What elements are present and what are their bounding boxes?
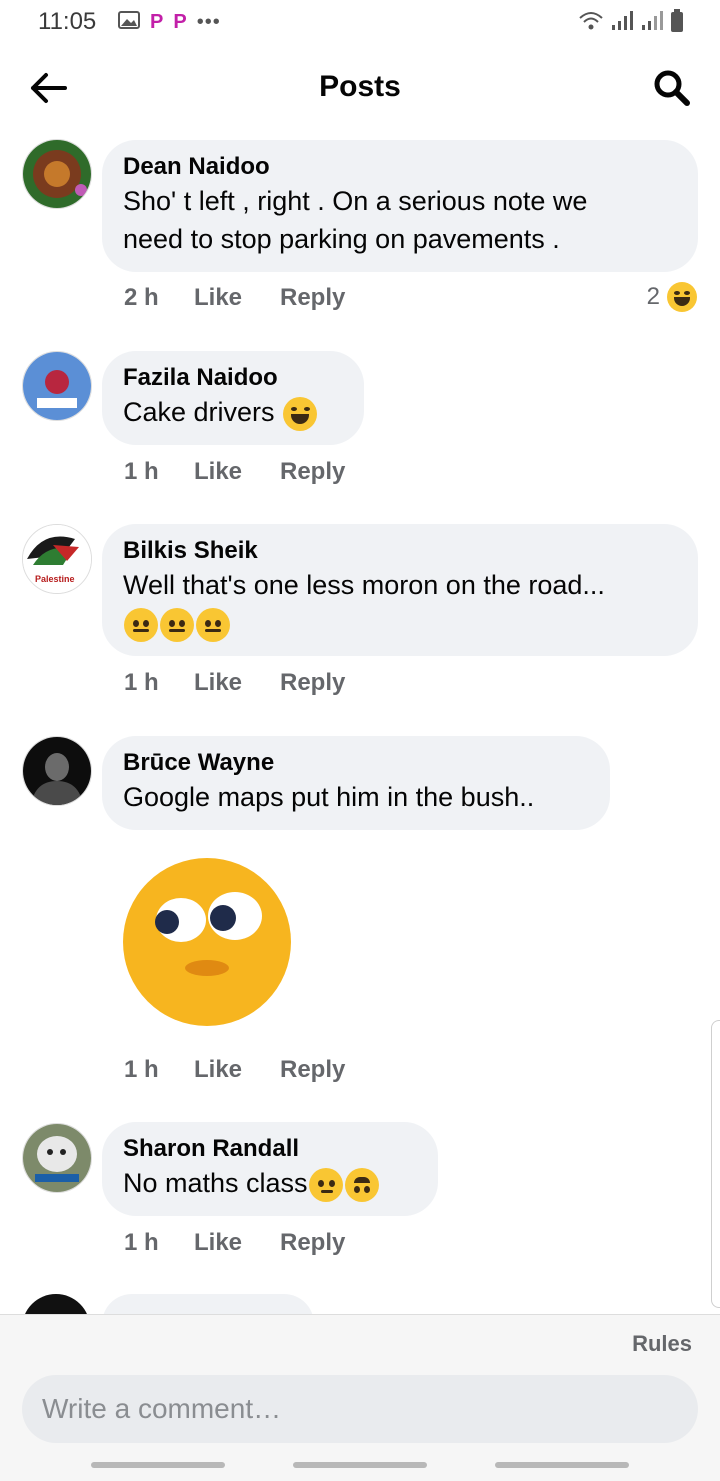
avatar[interactable] bbox=[22, 139, 92, 209]
comment-author[interactable]: Fazila Naidoo bbox=[123, 363, 342, 393]
page-title: Posts bbox=[319, 70, 401, 103]
search-icon bbox=[654, 70, 690, 106]
image-icon bbox=[118, 10, 140, 35]
comment-text: No maths class bbox=[123, 1168, 308, 1198]
like-button[interactable]: Like bbox=[194, 284, 280, 312]
reaction-count: 2 bbox=[646, 283, 660, 310]
p-icon: P bbox=[173, 11, 187, 33]
comment-time[interactable]: 1 h bbox=[124, 1056, 194, 1084]
thinking-face-emoji-icon bbox=[308, 1167, 343, 1202]
comment-actions: 1 h Like Reply bbox=[124, 1056, 345, 1084]
back-nav-button[interactable] bbox=[495, 1462, 629, 1468]
comment-text: Cake drivers bbox=[123, 397, 275, 427]
comment-bubble: Dean Naidoo Sho' t left , right . On a s… bbox=[102, 140, 698, 272]
comment-bubble: Brūce Wayne Google maps put him in the b… bbox=[102, 736, 610, 830]
reply-button[interactable]: Reply bbox=[280, 458, 345, 486]
signal-icon bbox=[610, 10, 634, 37]
eye-roll-emoji-sticker bbox=[123, 858, 291, 1026]
battery-icon bbox=[670, 9, 684, 38]
comment-actions: 1 h Like Reply bbox=[124, 458, 345, 486]
neutral-face-emoji-icon bbox=[160, 607, 194, 642]
comment-bubble: Bilkis Sheik Well that's one less moron … bbox=[102, 524, 698, 656]
comment-author[interactable]: Sharon Randall bbox=[123, 1134, 416, 1164]
avatar[interactable] bbox=[22, 351, 92, 421]
reply-button[interactable]: Reply bbox=[280, 1056, 345, 1084]
comment-author[interactable]: Dean Naidoo bbox=[123, 152, 676, 182]
avatar[interactable]: Palestine bbox=[22, 524, 92, 594]
laughing-emoji-icon bbox=[667, 282, 697, 312]
like-button[interactable]: Like bbox=[194, 458, 280, 486]
search-button[interactable] bbox=[652, 68, 692, 108]
comment-text: Well that's one less moron on the road..… bbox=[123, 570, 605, 600]
home-button[interactable] bbox=[293, 1462, 427, 1468]
like-button[interactable]: Like bbox=[194, 1229, 280, 1257]
status-time: 11:05 bbox=[38, 8, 97, 35]
comment-author[interactable]: Bilkis Sheik bbox=[123, 536, 676, 566]
p-icon: P bbox=[150, 11, 164, 33]
comment-text-line: need to stop parking on pavements . bbox=[123, 224, 560, 254]
signal-icon bbox=[640, 10, 664, 37]
more-dots-icon: ••• bbox=[196, 11, 221, 33]
comment-author[interactable]: Brūce Wayne bbox=[123, 748, 588, 778]
avatar-caption: Palestine bbox=[35, 574, 75, 584]
scrollbar[interactable] bbox=[711, 1020, 720, 1308]
comment-time[interactable]: 1 h bbox=[124, 1229, 194, 1257]
comment-time[interactable]: 2 h bbox=[124, 284, 194, 312]
comment-composer: Rules bbox=[0, 1314, 720, 1481]
reply-button[interactable]: Reply bbox=[280, 284, 345, 312]
comment-bubble: Fazila Naidoo Cake drivers bbox=[102, 351, 364, 445]
avatar[interactable] bbox=[22, 1123, 92, 1193]
reaction-summary[interactable]: 2 bbox=[647, 282, 698, 312]
comment-input[interactable] bbox=[22, 1375, 698, 1443]
comment-actions: 1 h Like Reply bbox=[124, 1229, 345, 1257]
comment-text: Google maps put him in the bush.. bbox=[123, 782, 535, 812]
upside-down-face-emoji-icon bbox=[344, 1167, 379, 1202]
avatar[interactable] bbox=[22, 736, 92, 806]
comment-actions: 1 h Like Reply bbox=[124, 669, 345, 697]
comment-text-line: Sho' t left , right . On a serious note … bbox=[123, 186, 588, 216]
rules-link[interactable]: Rules bbox=[632, 1331, 692, 1357]
like-button[interactable]: Like bbox=[194, 669, 280, 697]
comment-time[interactable]: 1 h bbox=[124, 458, 194, 486]
header: Posts bbox=[0, 50, 720, 126]
comment-bubble: Sharon Randall No maths class bbox=[102, 1122, 438, 1216]
comment-time[interactable]: 1 h bbox=[124, 669, 194, 697]
status-bar: 11:05 P P ••• bbox=[0, 0, 720, 44]
tears-of-joy-emoji-icon bbox=[283, 396, 318, 431]
recent-apps-button[interactable] bbox=[91, 1462, 225, 1468]
reply-button[interactable]: Reply bbox=[280, 1229, 345, 1257]
reply-button[interactable]: Reply bbox=[280, 669, 345, 697]
comment-actions: 2 h Like Reply bbox=[124, 284, 345, 312]
neutral-face-emoji-icon bbox=[196, 607, 230, 642]
neutral-face-emoji-icon bbox=[124, 607, 158, 642]
wifi-icon bbox=[578, 10, 604, 37]
like-button[interactable]: Like bbox=[194, 1056, 280, 1084]
